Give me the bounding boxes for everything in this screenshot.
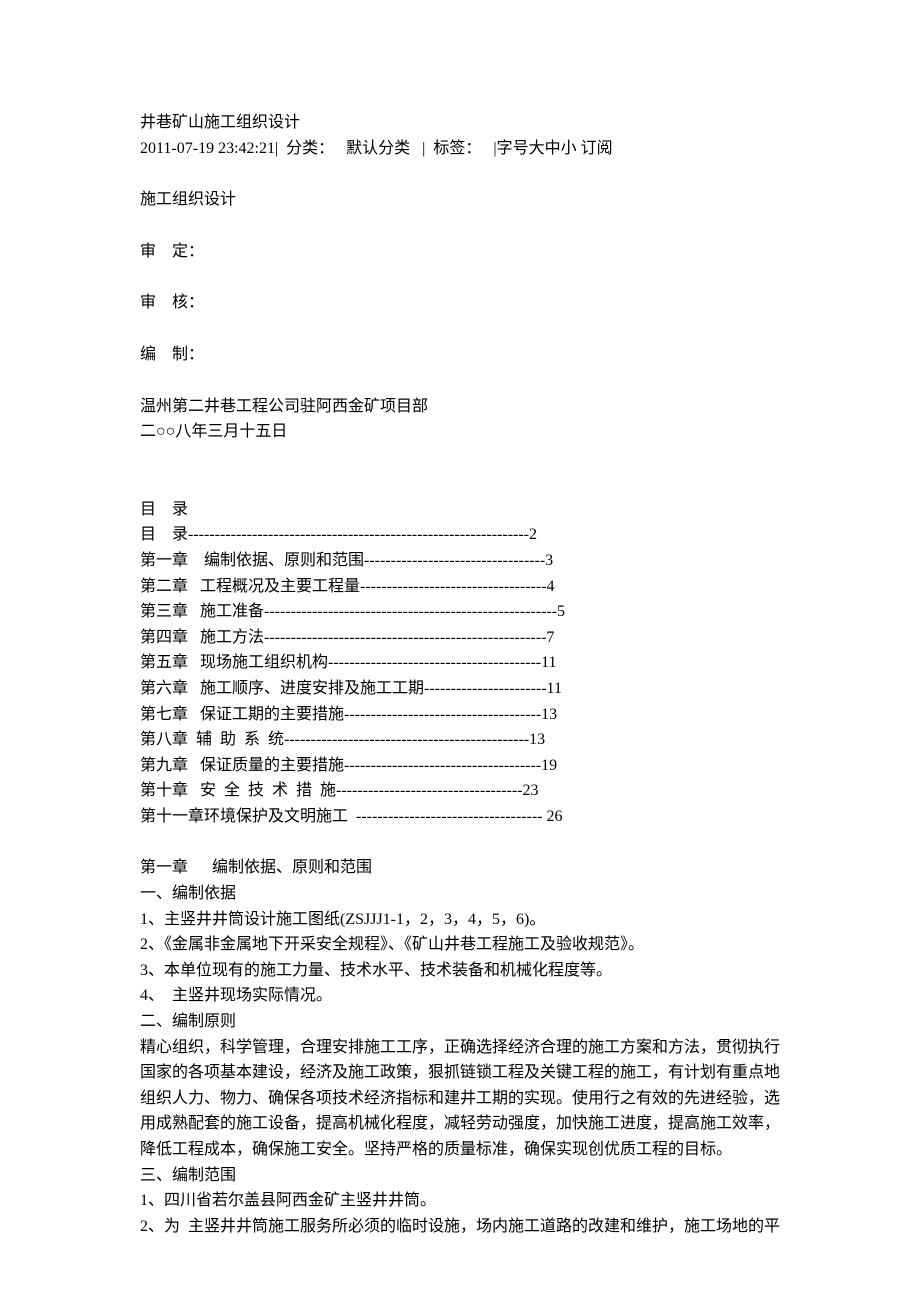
date-line: 二○○八年三月十五日 bbox=[140, 419, 780, 445]
spacer bbox=[140, 316, 780, 342]
toc-line: 第一章 编制依据、原则和范围--------------------------… bbox=[140, 548, 780, 574]
spacer bbox=[140, 264, 780, 290]
doc-title: 井巷矿山施工组织设计 bbox=[140, 110, 780, 136]
body-line: 3、本单位现有的施工力量、技术水平、技术装备和机械化程度等。 bbox=[140, 958, 780, 984]
spacer bbox=[140, 829, 780, 855]
toc-line: 第十一章环境保护及文明施工 --------------------------… bbox=[140, 804, 780, 830]
chapter-title: 第一章 编制依据、原则和范围 bbox=[140, 855, 780, 881]
toc-line: 第七章 保证工期的主要措施---------------------------… bbox=[140, 702, 780, 728]
toc-line: 第三章 施工准备--------------------------------… bbox=[140, 599, 780, 625]
toc-line: 目 录-------------------------------------… bbox=[140, 522, 780, 548]
toc-line: 第九章 保证质量的主要措施---------------------------… bbox=[140, 753, 780, 779]
review-row: 审 核： bbox=[140, 290, 780, 316]
spacer bbox=[140, 471, 780, 497]
body-line: 4、 主竖井现场实际情况。 bbox=[140, 983, 780, 1009]
toc-line: 第八章 辅 助 系 统-----------------------------… bbox=[140, 727, 780, 753]
section-heading: 施工组织设计 bbox=[140, 187, 780, 213]
subsection-title: 二、编制原则 bbox=[140, 1009, 780, 1035]
toc-line: 第六章 施工顺序、进度安排及施工工期----------------------… bbox=[140, 676, 780, 702]
spacer bbox=[140, 368, 780, 394]
toc-line: 第二章 工程概况及主要工程量--------------------------… bbox=[140, 574, 780, 600]
toc-title: 目 录 bbox=[140, 497, 780, 523]
doc-meta: 2011-07-19 23:42:21| 分类： 默认分类 | 标签： |字号大… bbox=[140, 136, 780, 162]
subsection-title: 三、编制范围 bbox=[140, 1163, 780, 1189]
body-line: 1、四川省若尔盖县阿西金矿主竖井井筒。 bbox=[140, 1188, 780, 1214]
body-line: 1、主竖井井筒设计施工图纸(ZSJJJ1-1，2，3，4，5，6)。 bbox=[140, 907, 780, 933]
spacer bbox=[140, 213, 780, 239]
toc-line: 第十章 安 全 技 术 措 施-------------------------… bbox=[140, 778, 780, 804]
compile-row: 编 制： bbox=[140, 342, 780, 368]
subsection-title: 一、编制依据 bbox=[140, 881, 780, 907]
spacer bbox=[140, 161, 780, 187]
spacer bbox=[140, 445, 780, 471]
toc-line: 第四章 施工方法--------------------------------… bbox=[140, 625, 780, 651]
toc-line: 第五章 现场施工组织机构----------------------------… bbox=[140, 650, 780, 676]
body-paragraph: 精心组织，科学管理，合理安排施工工序，正确选择经济合理的施工方案和方法，贯彻执行… bbox=[140, 1035, 780, 1163]
approval-row: 审 定： bbox=[140, 239, 780, 265]
document-page: 井巷矿山施工组织设计 2011-07-19 23:42:21| 分类： 默认分类… bbox=[0, 0, 920, 1302]
org-name: 温州第二井巷工程公司驻阿西金矿项目部 bbox=[140, 394, 780, 420]
body-line: 2、为 主竖井井筒施工服务所必须的临时设施，场内施工道路的改建和维护，施工场地的… bbox=[140, 1214, 780, 1240]
body-line: 2、《金属非金属地下开采安全规程》、《矿山井巷工程施工及验收规范》。 bbox=[140, 932, 780, 958]
